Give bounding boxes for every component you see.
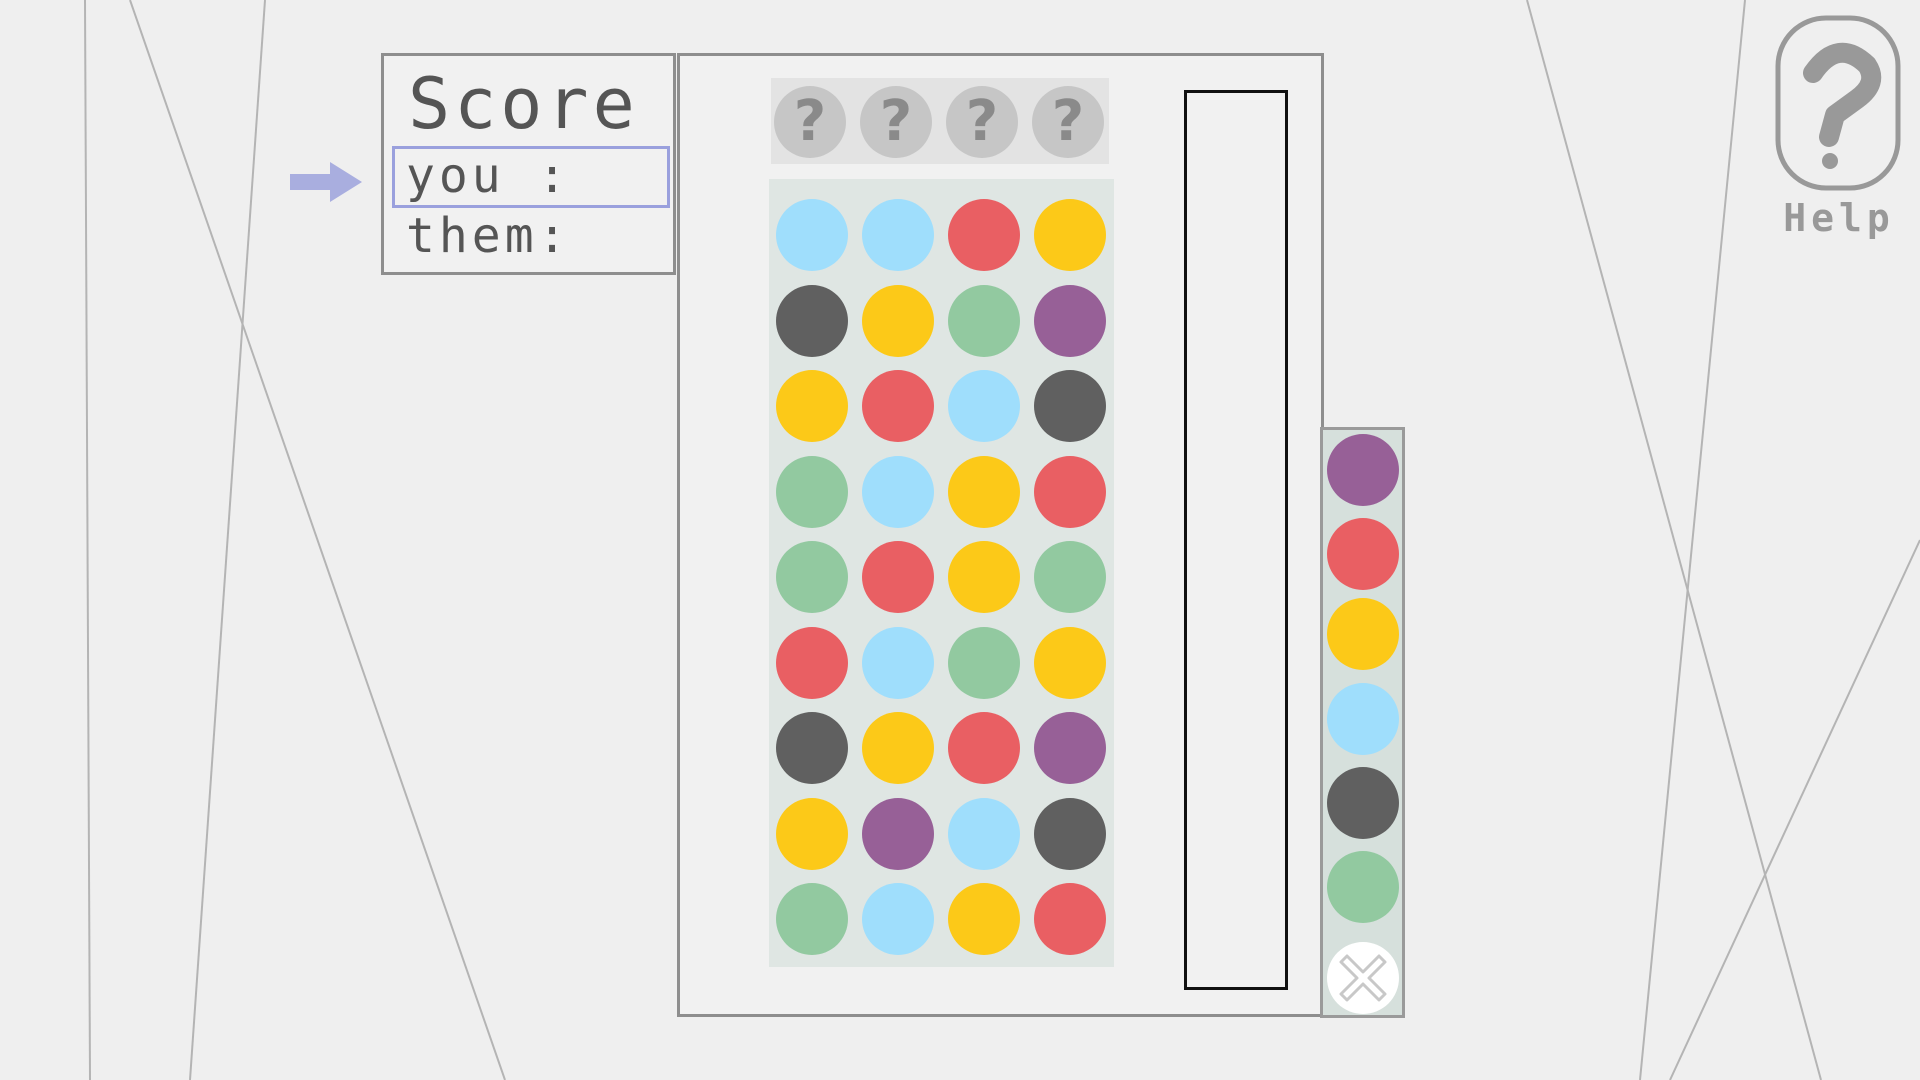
hidden-peg: ? xyxy=(946,86,1018,158)
guess-peg-yellow xyxy=(948,455,1020,528)
palette-color-yellow[interactable] xyxy=(1327,598,1399,670)
guess-peg-yellow xyxy=(948,883,1020,955)
guess-peg-lightblue xyxy=(776,199,848,271)
game-board: ? ? ? ? xyxy=(677,53,1324,1017)
guess-peg-darkgray xyxy=(776,712,848,784)
guess-peg-red xyxy=(862,370,934,442)
hidden-peg: ? xyxy=(860,86,932,158)
guess-peg-green xyxy=(776,541,848,613)
guess-peg-yellow xyxy=(948,541,1020,613)
guess-peg-purple xyxy=(862,797,934,870)
guess-peg-purple xyxy=(1034,284,1106,357)
hidden-peg: ? xyxy=(774,86,846,158)
guess-peg-green xyxy=(948,626,1020,699)
palette-color-lightblue[interactable] xyxy=(1327,683,1399,755)
close-icon xyxy=(1339,954,1387,1002)
guess-peg-green xyxy=(776,883,848,955)
guess-peg-lightblue xyxy=(948,797,1020,870)
guess-grid xyxy=(769,179,1114,967)
guess-peg-lightblue xyxy=(862,626,934,699)
guess-peg-green xyxy=(948,284,1020,357)
palette-color-green[interactable] xyxy=(1327,851,1399,923)
guess-peg-green xyxy=(776,455,848,528)
guess-peg-red xyxy=(776,626,848,699)
feedback-column xyxy=(1184,90,1288,990)
color-palette xyxy=(1320,427,1405,1018)
guess-peg-red xyxy=(948,712,1020,784)
palette-color-purple[interactable] xyxy=(1327,434,1399,506)
guess-peg-darkgray xyxy=(1034,370,1106,442)
palette-color-darkgray[interactable] xyxy=(1327,767,1399,839)
turn-arrow-icon xyxy=(290,162,362,202)
guess-peg-red xyxy=(862,541,934,613)
secret-code-row: ? ? ? ? xyxy=(771,78,1109,164)
help-label: Help xyxy=(1783,196,1895,240)
guess-peg-darkgray xyxy=(1034,797,1106,870)
guess-peg-lightblue xyxy=(862,455,934,528)
guess-peg-yellow xyxy=(1034,199,1106,271)
guess-peg-lightblue xyxy=(862,199,934,271)
score-title: Score xyxy=(408,63,639,145)
guess-peg-lightblue xyxy=(948,370,1020,442)
hidden-peg: ? xyxy=(1032,86,1104,158)
score-them: them: xyxy=(406,208,571,264)
help-button[interactable] xyxy=(1775,15,1901,191)
guess-peg-purple xyxy=(1034,712,1106,784)
guess-peg-yellow xyxy=(862,712,934,784)
guess-peg-yellow xyxy=(862,284,934,357)
guess-peg-red xyxy=(1034,455,1106,528)
guess-peg-yellow xyxy=(776,370,848,442)
question-mark-icon xyxy=(1775,15,1901,191)
guess-peg-darkgray xyxy=(776,284,848,357)
guess-peg-lightblue xyxy=(862,883,934,955)
guess-peg-yellow xyxy=(1034,626,1106,699)
score-you: you : xyxy=(406,148,571,204)
guess-peg-red xyxy=(1034,883,1106,955)
guess-peg-red xyxy=(948,199,1020,271)
score-panel: Score you : them: xyxy=(381,53,676,275)
guess-peg-green xyxy=(1034,541,1106,613)
palette-color-red[interactable] xyxy=(1327,518,1399,590)
clear-button[interactable] xyxy=(1327,942,1399,1014)
guess-peg-yellow xyxy=(776,797,848,870)
